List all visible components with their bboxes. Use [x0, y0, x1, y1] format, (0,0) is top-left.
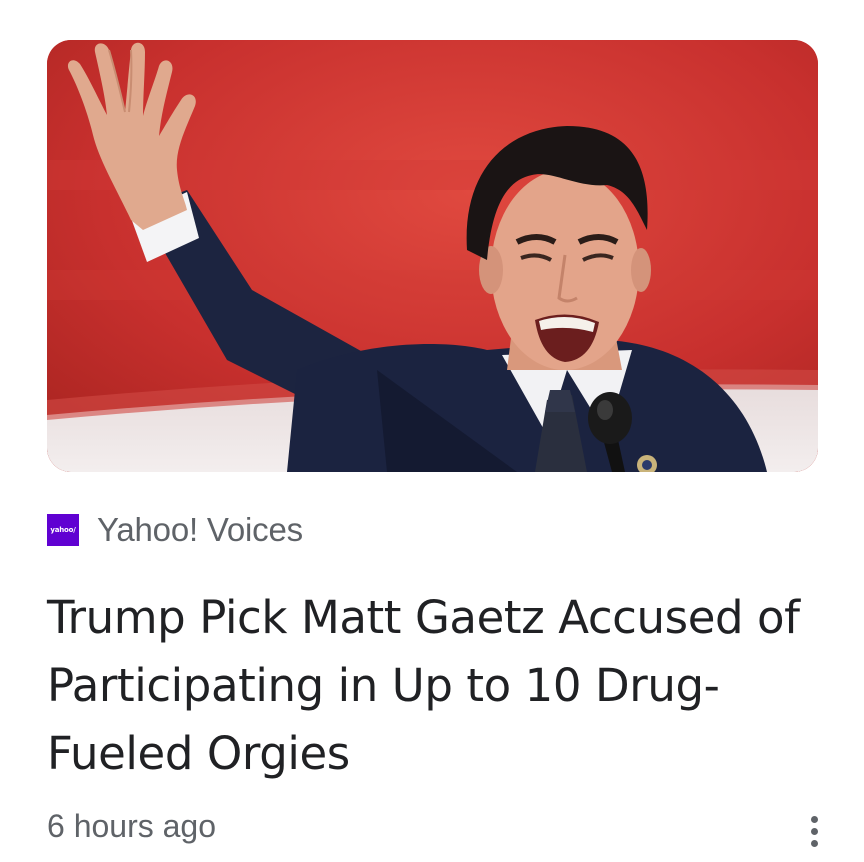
article-thumbnail[interactable] [47, 40, 818, 472]
article-source: yahoo/ Yahoo! Voices [47, 508, 303, 552]
article-headline[interactable]: Trump Pick Matt Gaetz Accused of Partici… [47, 584, 827, 788]
more-dot [810, 827, 818, 835]
news-article-card[interactable]: yahoo/ Yahoo! Voices Trump Pick Matt Gae… [0, 0, 864, 862]
more-dot [810, 815, 818, 823]
more-vert-icon[interactable] [796, 804, 832, 858]
thumbnail-photo [47, 40, 818, 472]
source-logo: yahoo/ [47, 514, 79, 546]
article-timestamp: 6 hours ago [47, 808, 217, 844]
source-name: Yahoo! Voices [97, 511, 303, 548]
more-dot [810, 839, 818, 847]
